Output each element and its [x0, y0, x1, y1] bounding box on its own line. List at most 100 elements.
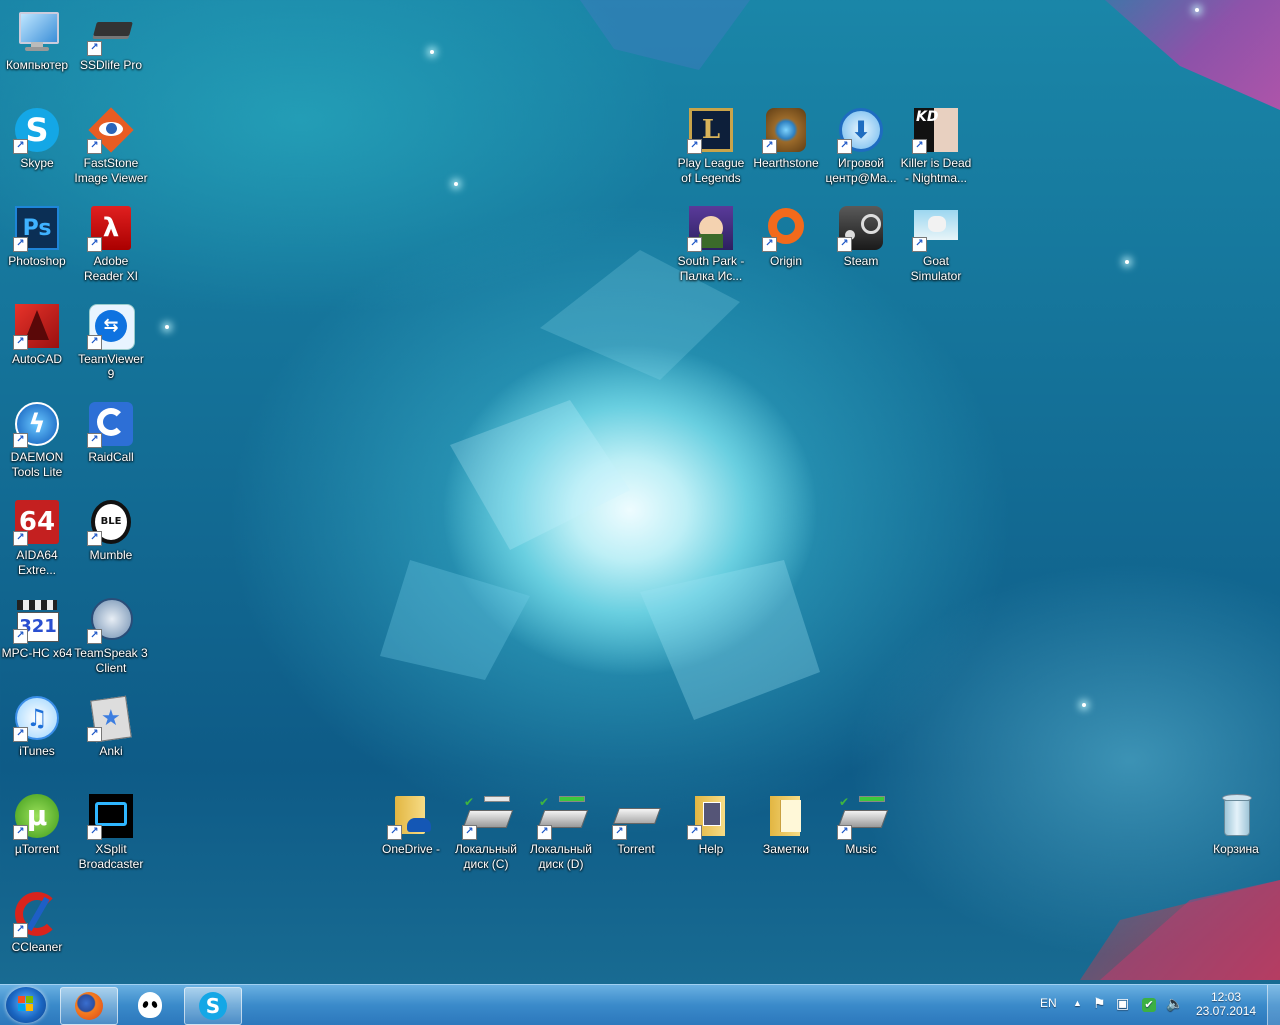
wallpaper-shard — [1080, 880, 1280, 980]
ssd-chip-icon: ↗ — [87, 8, 135, 56]
wallpaper-star — [165, 325, 169, 329]
wallpaper-shard — [640, 560, 820, 720]
desktop-icon-ccleaner[interactable]: ↗ CCleaner — [0, 890, 74, 955]
desktop-icon-mpc[interactable]: 321 ↗ MPC-HC x64 — [0, 596, 74, 661]
utorrent-icon: µ ↗ — [13, 792, 61, 840]
shortcut-arrow-icon: ↗ — [87, 727, 102, 742]
desktop-icon-ssdlife[interactable]: ↗ SSDlife Pro — [74, 8, 148, 73]
icon-label: DAEMON Tools Lite — [10, 450, 64, 479]
desktop-icon-onedrive[interactable]: ↗ OneDrive - — [374, 792, 448, 857]
desktop-icon-teamviewer[interactable]: ⇆ ↗ TeamViewer 9 — [74, 302, 148, 382]
icon-label: MPC-HC x64 — [1, 646, 73, 660]
start-button[interactable] — [6, 987, 46, 1023]
shortcut-arrow-icon: ↗ — [87, 139, 102, 154]
security-check-icon[interactable]: ✔ — [1142, 998, 1156, 1012]
desktop-icon-utorrent[interactable]: µ ↗ µTorrent — [0, 792, 74, 857]
desktop-icon-origin[interactable]: ↗ Origin — [749, 204, 823, 269]
shortcut-arrow-icon: ↗ — [13, 139, 28, 154]
icon-label: Компьютер — [5, 58, 69, 72]
icon-label: Photoshop — [8, 254, 66, 268]
desktop-icon-music[interactable]: ✔ ↗ Music — [824, 792, 898, 857]
shortcut-arrow-icon: ↗ — [87, 531, 102, 546]
shortcut-arrow-icon: ↗ — [13, 237, 28, 252]
xsplit-icon: ↗ — [87, 792, 135, 840]
icon-label: Skype — [20, 156, 54, 170]
desktop-icon-autocad[interactable]: ↗ AutoCAD — [0, 302, 74, 367]
firefox-icon — [75, 992, 103, 1020]
shortcut-arrow-icon: ↗ — [537, 825, 552, 840]
desktop-icon-lol[interactable]: L ↗ Play League of Legends — [674, 106, 748, 186]
icon-label: Help — [698, 842, 724, 856]
desktop-icon-torrent[interactable]: ↗ Torrent — [599, 792, 673, 857]
icon-label: FastStone Image Viewer — [74, 156, 148, 185]
volume-icon[interactable]: 🔈 — [1166, 995, 1183, 1012]
skype-icon: S ↗ — [13, 106, 61, 154]
icon-label: Steam — [843, 254, 879, 268]
desktop-icon-computer[interactable]: Компьютер — [0, 8, 74, 73]
shortcut-arrow-icon: ↗ — [87, 433, 102, 448]
shortcut-arrow-icon: ↗ — [762, 237, 777, 252]
desktop-icon-recycle[interactable]: Корзина — [1199, 792, 1273, 857]
desktop-icon-aida64[interactable]: 64 ↗ AIDA64 Extre... — [0, 498, 74, 578]
desktop-icon-hearthstone[interactable]: ↗ Hearthstone — [749, 106, 823, 171]
teamviewer-icon: ⇆ ↗ — [87, 302, 135, 350]
shortcut-arrow-icon: ↗ — [13, 629, 28, 644]
wallpaper-star — [1195, 8, 1199, 12]
icon-label: Hearthstone — [753, 156, 819, 170]
local-disk-icon: ✔ ↗ — [462, 792, 514, 840]
icon-label: Заметки — [763, 842, 809, 856]
clock[interactable]: 12:03 23.07.2014 — [1196, 990, 1256, 1018]
icon-label: µTorrent — [14, 842, 60, 856]
taskbar-skype-button[interactable]: S — [184, 987, 242, 1025]
desktop-icon-goat[interactable]: ↗ Goat Simulator — [899, 204, 973, 284]
killer-is-dead-icon: KD ↗ — [912, 106, 960, 154]
shortcut-arrow-icon: ↗ — [87, 237, 102, 252]
desktop-icon-disk-c[interactable]: ✔ ↗ Локальный диск (C) — [449, 792, 523, 872]
shortcut-arrow-icon: ↗ — [462, 825, 477, 840]
shortcut-arrow-icon: ↗ — [87, 335, 102, 350]
shortcut-arrow-icon: ↗ — [687, 139, 702, 154]
adobe-reader-icon: λ ↗ — [87, 204, 135, 252]
clock-date: 23.07.2014 — [1196, 1004, 1257, 1018]
desktop-icon-itunes[interactable]: ♫ ↗ iTunes — [0, 694, 74, 759]
game-center-icon: ⬇ ↗ — [837, 106, 885, 154]
desktop-icon-anki[interactable]: ★ ↗ Anki — [74, 694, 148, 759]
desktop-icon-photoshop[interactable]: Ps ↗ Photoshop — [0, 204, 74, 269]
desktop-icon-help[interactable]: ↗ Help — [674, 792, 748, 857]
desktop-icon-teamspeak[interactable]: ↗ TeamSpeak 3 Client — [74, 596, 148, 676]
shortcut-arrow-icon: ↗ — [13, 825, 28, 840]
show-hidden-icons-chevron[interactable]: ▲ — [1073, 998, 1082, 1008]
desktop-icon-notes[interactable]: Заметки — [749, 792, 823, 857]
faststone-eye-icon: ↗ — [87, 106, 135, 154]
icon-label: Torrent — [617, 842, 655, 856]
shortcut-arrow-icon: ↗ — [13, 335, 28, 350]
shortcut-arrow-icon: ↗ — [687, 237, 702, 252]
shortcut-arrow-icon: ↗ — [912, 139, 927, 154]
desktop-icon-southpark[interactable]: ↗ South Park - Палка Ис... — [674, 204, 748, 284]
icon-label: Anki — [99, 744, 123, 758]
show-desktop-button[interactable] — [1267, 985, 1280, 1025]
language-indicator[interactable]: EN — [1040, 996, 1057, 1010]
desktop-icon-raidcall[interactable]: ↗ RaidCall — [74, 400, 148, 465]
icon-label: Music — [845, 842, 877, 856]
desktop-icon-skype[interactable]: S ↗ Skype — [0, 106, 74, 171]
icon-label: Origin — [769, 254, 802, 268]
taskbar-firefox-button[interactable] — [60, 987, 118, 1025]
shortcut-arrow-icon: ↗ — [912, 237, 927, 252]
desktop-icon-mumble[interactable]: BLE ↗ Mumble — [74, 498, 148, 563]
desktop-icon-killer[interactable]: KD ↗ Killer is Dead - Nightma... — [899, 106, 973, 186]
desktop-icon-steam[interactable]: ↗ Steam — [824, 204, 898, 269]
desktop-icon-xsplit[interactable]: ↗ XSplit Broadcaster — [74, 792, 148, 872]
desktop-icon-adobe-reader[interactable]: λ ↗ Adobe Reader XI — [74, 204, 148, 284]
itunes-icon: ♫ ↗ — [13, 694, 61, 742]
shortcut-arrow-icon: ↗ — [837, 825, 852, 840]
desktop-icon-disk-d[interactable]: ✔ ↗ Локальный диск (D) — [524, 792, 598, 872]
network-icon[interactable]: ▣ — [1116, 995, 1129, 1012]
desktop-icon-faststone[interactable]: ↗ FastStone Image Viewer — [74, 106, 148, 186]
shortcut-arrow-icon: ↗ — [13, 531, 28, 546]
taskbar-falcon-button[interactable] — [122, 987, 178, 1023]
desktop-icon-daemon[interactable]: ϟ ↗ DAEMON Tools Lite — [0, 400, 74, 480]
desktop-icon-game-center[interactable]: ⬇ ↗ Игровой центр@Ma... — [824, 106, 898, 186]
action-center-flag-icon[interactable]: ⚑ — [1093, 995, 1106, 1012]
autocad-icon: ↗ — [13, 302, 61, 350]
